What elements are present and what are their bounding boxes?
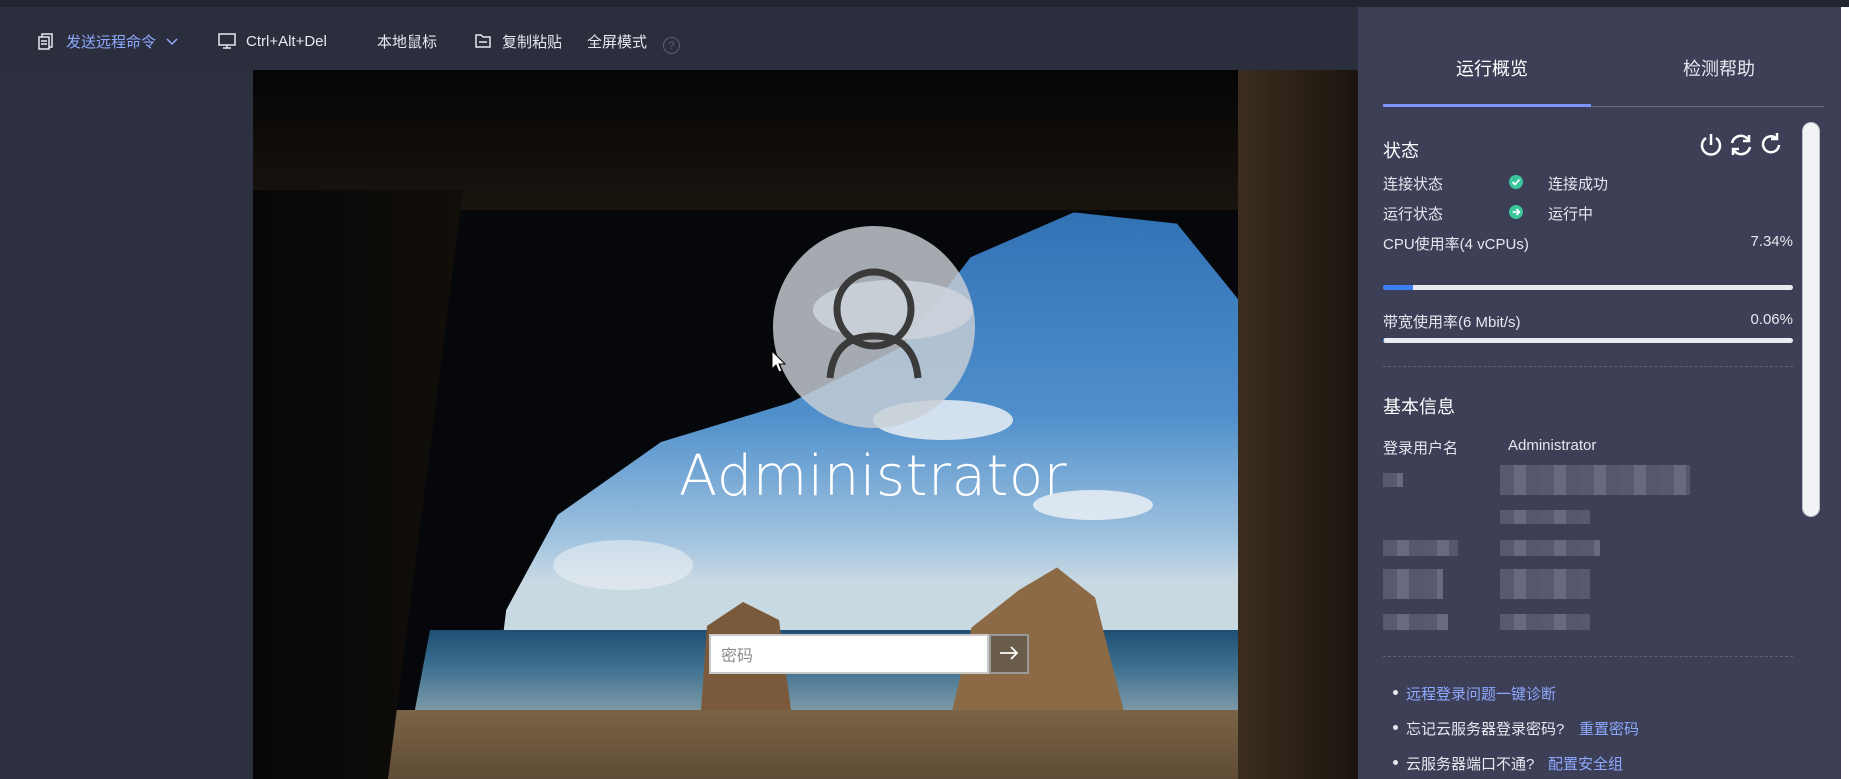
run-status-label: 运行状态 [1383,206,1444,223]
arrow-right-icon [999,643,1019,666]
send-remote-command-button[interactable]: 发送远程命令 [38,29,178,53]
login-user-label: 登录用户名 [1383,440,1459,457]
copy-paste-button[interactable]: 复制粘贴 [474,29,562,53]
redacted-value [1500,614,1590,630]
redacted-label [1383,473,1403,487]
tab-overview[interactable]: 运行概览 [1456,55,1528,81]
basic-info-title: 基本信息 [1383,397,1455,417]
run-status-value: 运行中 [1548,206,1594,223]
user-icon [826,268,922,379]
send-remote-command-label: 发送远程命令 [66,33,157,51]
local-mouse-button[interactable]: 本地鼠标 [377,29,437,53]
page-scrollbar-track[interactable] [1841,7,1849,779]
tab-help[interactable]: 检测帮助 [1683,55,1755,81]
bandwidth-usage-bar [1383,338,1793,343]
check-circle-icon [1509,175,1523,189]
panel-scrollbar[interactable] [1802,122,1820,517]
cpu-usage-label: CPU使用率(4 vCPUs) [1383,236,1529,253]
submit-arrow-button[interactable] [989,634,1029,674]
list-bullet [1393,690,1398,695]
restart-icon[interactable] [1728,132,1754,158]
panel-tabs: 运行概览 检测帮助 [1383,7,1824,107]
left-margin [0,70,253,779]
forgot-password-text: 忘记云服务器登录密码? [1406,721,1565,738]
redacted-value [1500,540,1600,556]
ctrl-alt-del-button[interactable]: Ctrl+Alt+Del [218,29,327,53]
redacted-label [1383,614,1448,630]
user-avatar [773,226,975,428]
reset-password-link[interactable]: 重置密码 [1579,718,1639,739]
list-bullet [1393,725,1398,730]
cpu-usage-bar [1383,285,1793,290]
divider [1383,656,1793,657]
refresh-icon[interactable] [1758,132,1784,158]
help-icon[interactable]: ? [663,37,680,54]
password-input[interactable]: 密码 [709,634,989,674]
mouse-cursor-icon [771,349,787,379]
remote-screen[interactable]: Administrator 密码 [253,70,1358,779]
command-icon [38,32,56,50]
cpu-usage-fill [1383,285,1414,290]
connection-status-value: 连接成功 [1548,176,1609,193]
redacted-label [1383,540,1458,556]
port-unreachable-text: 云服务器端口不通? [1406,756,1535,773]
fullscreen-label: 全屏模式 [587,33,648,51]
status-title: 状态 [1383,141,1419,161]
divider [1383,366,1793,367]
active-tab-indicator [1383,104,1591,107]
login-username: Administrator [678,444,1068,509]
security-group-link[interactable]: 配置安全组 [1548,753,1623,774]
redacted-value [1500,510,1590,524]
monitor-icon [218,32,236,50]
power-icon[interactable] [1698,132,1724,158]
login-user-value: Administrator [1508,437,1597,454]
redacted-label [1383,569,1443,599]
bandwidth-usage-value: 0.06% [1750,311,1793,328]
ctrl-alt-del-label: Ctrl+Alt+Del [246,32,327,50]
fullscreen-button[interactable]: 全屏模式 [587,29,647,53]
diagnose-link[interactable]: 远程登录问题一键诊断 [1406,683,1556,704]
redacted-value [1500,569,1590,599]
arrow-circle-icon [1509,205,1523,219]
info-panel: 运行概览 检测帮助 状态 连接状态 连接成功 运行状态 运行中 CPU使用率(4… [1358,7,1849,779]
connection-status-label: 连接状态 [1383,176,1444,193]
redacted-value [1500,465,1690,495]
cpu-usage-value: 7.34% [1750,233,1793,250]
local-mouse-label: 本地鼠标 [377,33,438,51]
chevron-down-icon [166,33,178,50]
bandwidth-usage-label: 带宽使用率(6 Mbit/s) [1383,314,1521,331]
copy-paste-label: 复制粘贴 [502,33,563,51]
folder-icon [474,32,492,50]
password-placeholder: 密码 [721,648,754,665]
list-bullet [1393,760,1398,765]
